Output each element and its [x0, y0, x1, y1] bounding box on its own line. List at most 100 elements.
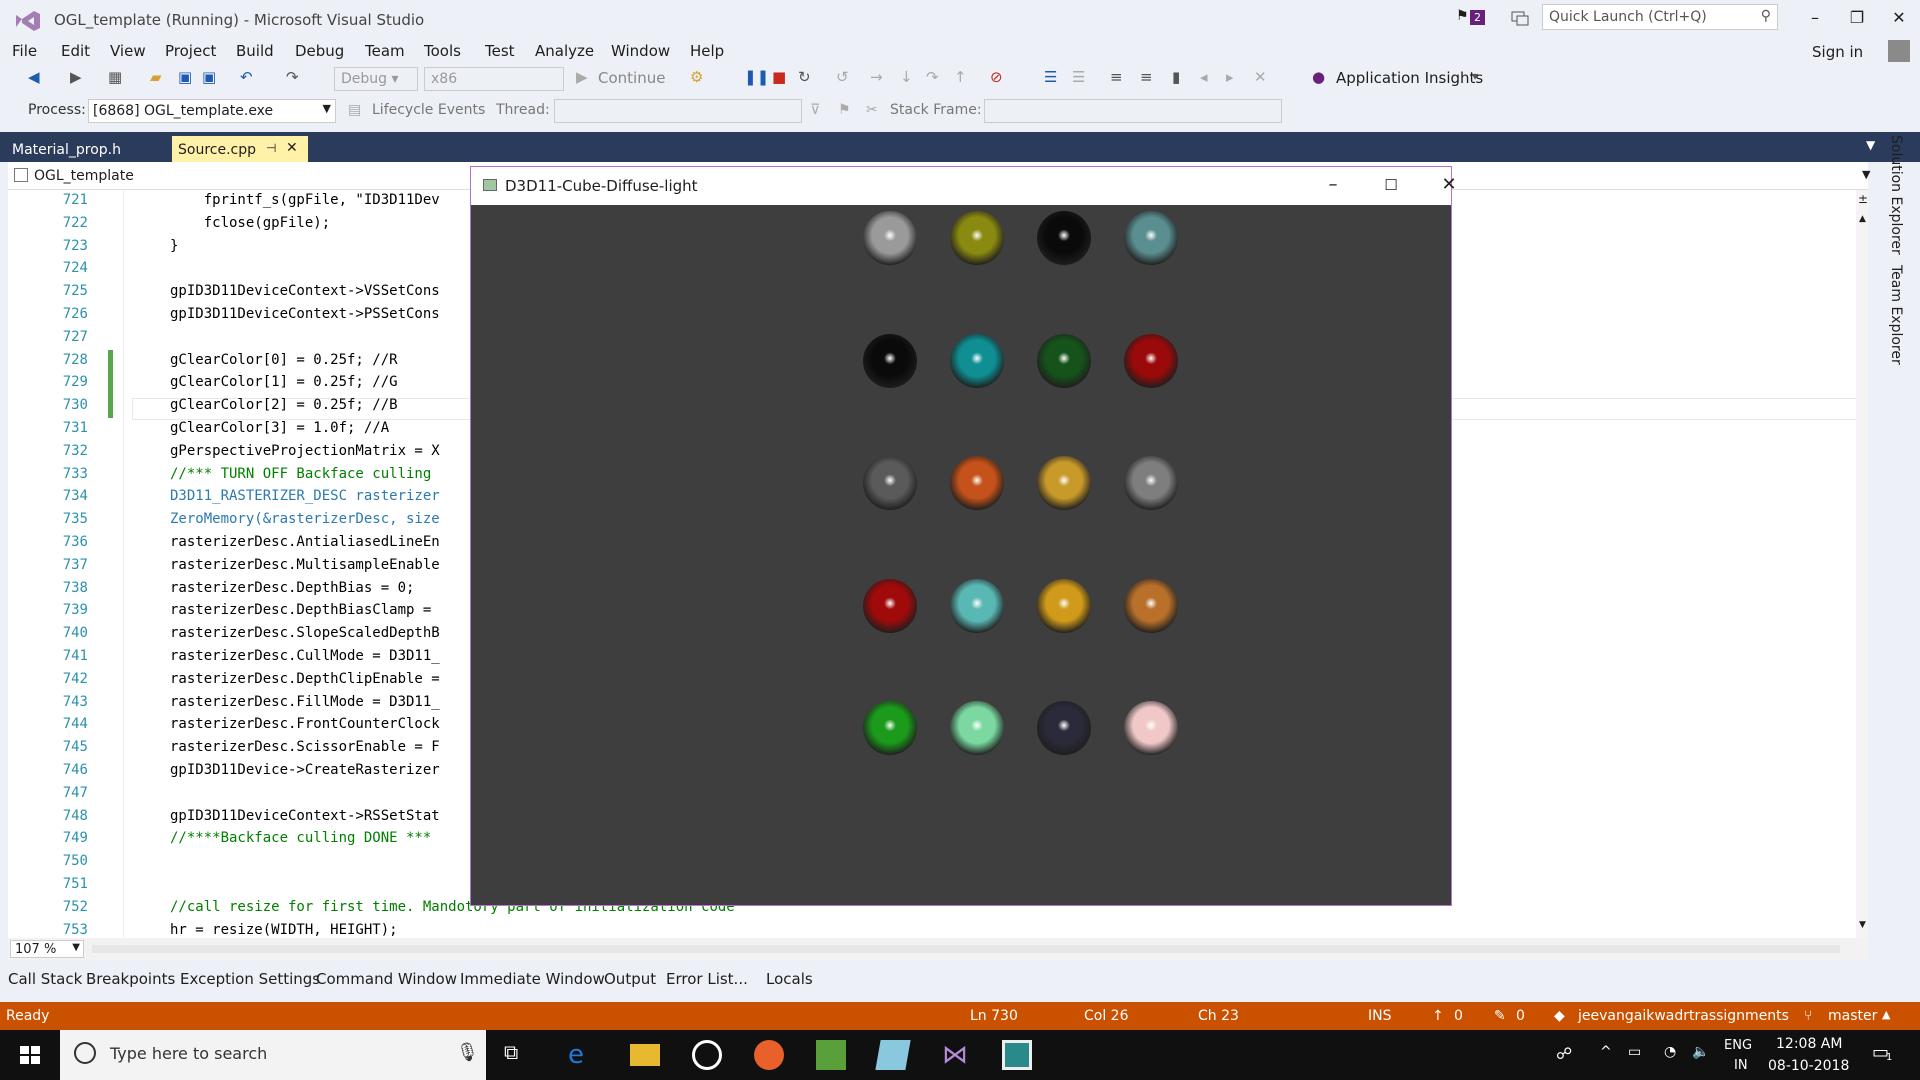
step-into-icon[interactable]: →: [870, 68, 883, 86]
feedback-icon[interactable]: [1510, 8, 1530, 28]
wifi-icon[interactable]: ◔: [1664, 1044, 1676, 1060]
start-button[interactable]: [0, 1030, 60, 1080]
taskbar-search[interactable]: Type here to search 🎙: [60, 1030, 486, 1080]
close-tab-icon[interactable]: ✕: [286, 140, 298, 156]
push-arrow-icon[interactable]: ↑: [1432, 1008, 1444, 1024]
step-over-icon[interactable]: ↓: [900, 68, 913, 86]
step-up-icon[interactable]: ↑: [954, 68, 967, 86]
restart-icon[interactable]: ↻: [798, 68, 811, 86]
code-line[interactable]: gpID3D11DeviceContext->RSSetStat: [170, 808, 440, 824]
process-select[interactable]: [6868] OGL_template.exe ▼: [88, 99, 336, 123]
language-indicator[interactable]: ENG: [1724, 1038, 1752, 1053]
team-explorer-tab[interactable]: Team Explorer: [1888, 265, 1904, 365]
code-line[interactable]: }: [170, 238, 178, 254]
code-line[interactable]: //****Backface culling DONE ***: [170, 830, 431, 846]
menu-test[interactable]: Test: [485, 42, 515, 60]
forward-icon[interactable]: ▶: [70, 68, 82, 86]
stack-frame-select[interactable]: [984, 99, 1282, 123]
uncomment-icon[interactable]: ☰: [1072, 68, 1085, 86]
code-line[interactable]: fprintf_s(gpFile, "ID3D11Dev: [170, 192, 440, 208]
stop-icon[interactable]: ■: [772, 68, 786, 86]
tab-command-window[interactable]: Command Window: [316, 970, 457, 988]
menu-help[interactable]: Help: [690, 42, 724, 60]
filter-icon[interactable]: ⊽: [810, 102, 820, 118]
code-line[interactable]: gClearColor[2] = 0.25f; //B: [170, 397, 398, 413]
zoom-select[interactable]: 107 % ▼: [10, 940, 84, 958]
tab-breakpoints[interactable]: Breakpoints: [86, 970, 175, 988]
code-line[interactable]: gClearColor[1] = 0.25f; //G: [170, 374, 398, 390]
save-icon[interactable]: ▣: [178, 68, 192, 86]
d3d11-render-window[interactable]: [470, 166, 1452, 906]
code-line[interactable]: rasterizerDesc.CullMode = D3D11_: [170, 648, 440, 664]
code-line[interactable]: D3D11_RASTERIZER_DESC rasterizer: [170, 488, 440, 504]
code-line[interactable]: gClearColor[0] = 0.25f; //R: [170, 352, 398, 368]
menu-build[interactable]: Build: [236, 42, 274, 60]
code-line[interactable]: rasterizerDesc.MultisampleEnable: [170, 557, 440, 573]
d3d-maximize-button[interactable]: ☐: [1371, 173, 1411, 197]
process-icon[interactable]: ⚙: [690, 68, 703, 86]
prev-bookmark-icon[interactable]: ◂: [1200, 68, 1208, 86]
back-icon[interactable]: ◀: [28, 68, 40, 86]
tab-call-stack[interactable]: Call Stack: [8, 970, 82, 988]
app-icon-green[interactable]: [816, 1040, 846, 1070]
menu-edit[interactable]: Edit: [61, 42, 90, 60]
indent-icon[interactable]: ≡: [1110, 68, 1123, 86]
tab-material-prop[interactable]: Material_prop.h: [0, 136, 170, 162]
code-line[interactable]: gpID3D11DeviceContext->VSSetCons: [170, 283, 440, 299]
redo-icon[interactable]: ↷: [286, 68, 299, 86]
bookmark-icon[interactable]: ▮: [1172, 68, 1180, 86]
region-indicator[interactable]: IN: [1734, 1058, 1748, 1073]
continue-button[interactable]: Continue: [598, 69, 665, 87]
app-icon-blue[interactable]: [875, 1040, 911, 1070]
file-explorer-icon[interactable]: [630, 1044, 660, 1066]
pin-icon[interactable]: ⊣: [266, 141, 276, 155]
repository-name[interactable]: jeevangaikwadrtrassignments: [1578, 1008, 1789, 1024]
minimize-button[interactable]: –: [1800, 6, 1830, 30]
show-next-statement-icon[interactable]: ↺: [836, 68, 849, 86]
tab-locals[interactable]: Locals: [766, 970, 813, 988]
comment-icon[interactable]: ☰: [1044, 68, 1057, 86]
menu-tools[interactable]: Tools: [424, 42, 461, 60]
code-line[interactable]: rasterizerDesc.DepthBias = 0;: [170, 580, 414, 596]
code-line[interactable]: rasterizerDesc.DepthClipEnable =: [170, 671, 440, 687]
chevron-up-icon[interactable]: ▲: [1882, 1008, 1890, 1021]
d3d-minimize-button[interactable]: –: [1313, 173, 1353, 197]
tab-output[interactable]: Output: [604, 970, 656, 988]
people-icon[interactable]: ☍: [1556, 1044, 1572, 1063]
tab-error-list[interactable]: Error List...: [666, 970, 748, 988]
code-line[interactable]: rasterizerDesc.SlopeScaledDepthB: [170, 625, 440, 641]
d3d-close-button[interactable]: ✕: [1429, 173, 1469, 197]
chevron-down-icon[interactable]: ▼: [1862, 168, 1870, 181]
close-button[interactable]: ✕: [1884, 6, 1914, 30]
step-out-icon[interactable]: ↷: [926, 68, 939, 86]
save-all-icon[interactable]: ▣: [202, 68, 216, 86]
clear-bookmarks-icon[interactable]: ✕: [1254, 68, 1267, 86]
menu-file[interactable]: File: [12, 42, 37, 60]
restore-button[interactable]: ❐: [1842, 6, 1872, 30]
tab-dropdown-icon[interactable]: ▼: [1866, 138, 1875, 152]
project-dropdown[interactable]: OGL_template: [34, 168, 134, 184]
flag-threads-icon[interactable]: ⚑: [838, 102, 851, 118]
undo-icon[interactable]: ↶: [240, 68, 253, 86]
code-line[interactable]: rasterizerDesc.ScissorEnable = F: [170, 739, 440, 755]
code-line[interactable]: gpID3D11Device->CreateRasterizer: [170, 762, 440, 778]
menu-window[interactable]: Window: [611, 42, 670, 60]
quick-launch-input[interactable]: Quick Launch (Ctrl+Q) ⚲: [1542, 4, 1778, 30]
editor-vertical-scrollbar[interactable]: ± ▲ ▼: [1856, 190, 1868, 938]
firefox-icon[interactable]: [754, 1040, 784, 1070]
menu-debug[interactable]: Debug: [295, 42, 344, 60]
code-line[interactable]: gpID3D11DeviceContext->PSSetCons: [170, 306, 440, 322]
scroll-up-icon[interactable]: ▲: [1859, 214, 1866, 224]
solution-explorer-tab[interactable]: Solution Explorer: [1888, 135, 1904, 255]
task-view-icon[interactable]: ⧉: [504, 1040, 534, 1070]
notifications-flag-icon[interactable]: ⚑ 2: [1456, 8, 1486, 30]
d3d-app-taskbar-icon[interactable]: [1002, 1040, 1032, 1070]
code-line[interactable]: hr = resize(WIDTH, HEIGHT);: [170, 922, 398, 938]
chevron-down-icon[interactable]: ▾: [1472, 69, 1478, 83]
volume-icon[interactable]: 🔈: [1692, 1044, 1709, 1060]
pause-icon[interactable]: ❚❚: [744, 68, 769, 86]
horizontal-scrollbar[interactable]: [92, 945, 1840, 953]
code-line[interactable]: rasterizerDesc.FillMode = D3D11_: [170, 694, 440, 710]
code-line[interactable]: rasterizerDesc.DepthBiasClamp =: [170, 602, 431, 618]
split-icon[interactable]: ±: [1858, 192, 1868, 206]
